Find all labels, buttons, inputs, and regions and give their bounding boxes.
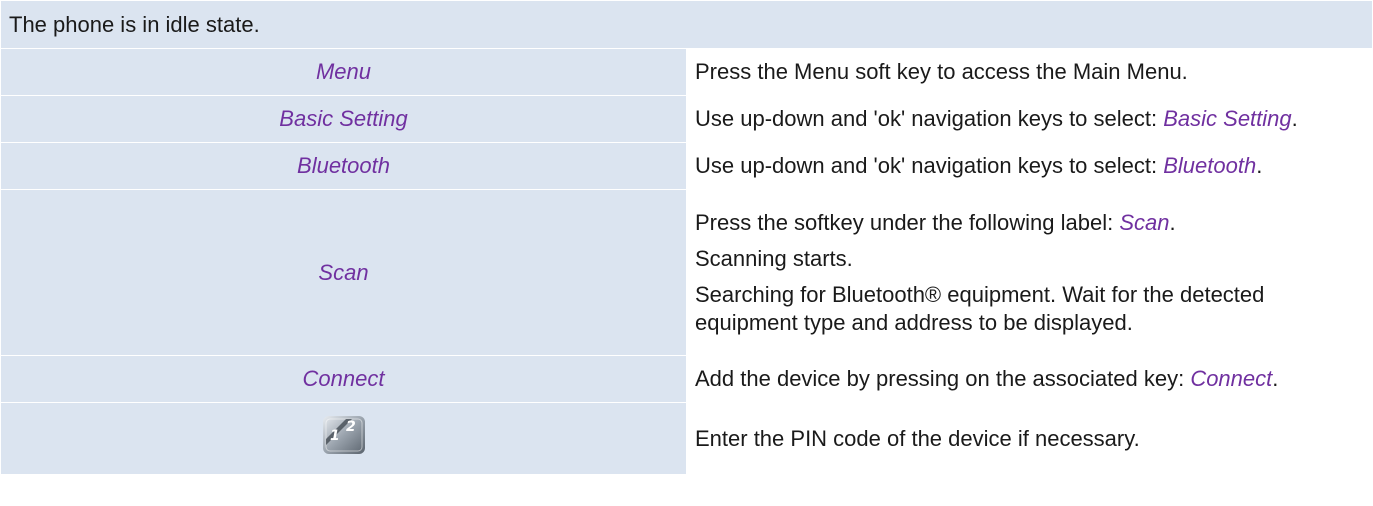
step-key-keypad: 1 2 bbox=[0, 402, 687, 475]
description-accent: Scan bbox=[1119, 209, 1170, 235]
table-row: Bluetooth Use up-down and 'ok' navigatio… bbox=[0, 142, 1373, 190]
step-description: Add the device by pressing on the associ… bbox=[686, 355, 1373, 403]
step-description: Use up-down and 'ok' navigation keys to … bbox=[686, 142, 1373, 190]
description-suffix: . bbox=[1272, 366, 1279, 391]
description-accent: Connect bbox=[1190, 366, 1273, 391]
step-key-basic-setting: Basic Setting bbox=[0, 95, 687, 143]
description-accent: Basic Setting bbox=[1163, 106, 1292, 131]
step-key-connect: Connect bbox=[0, 355, 687, 403]
header-text: The phone is in idle state. bbox=[0, 0, 1373, 49]
step-description: Press the softkey under the following la… bbox=[686, 189, 1373, 356]
table-row: Menu Press the Menu soft key to access t… bbox=[0, 48, 1373, 96]
description-text: Use up-down and 'ok' navigation keys to … bbox=[695, 153, 1164, 178]
description-suffix: . bbox=[1256, 153, 1263, 178]
description-text: Use up-down and 'ok' navigation keys to … bbox=[695, 106, 1164, 131]
table-row: 1 2 Enter the PIN code of the device if … bbox=[0, 402, 1373, 475]
keypad-icon: 1 2 bbox=[322, 415, 366, 462]
description-text: Add the device by pressing on the associ… bbox=[695, 366, 1191, 391]
description-suffix: . bbox=[1169, 209, 1176, 235]
step-key-scan: Scan bbox=[0, 189, 687, 356]
description-line: Searching for Bluetooth® equipment. Wait… bbox=[695, 281, 1265, 335]
description-text: Press the softkey under the following la… bbox=[695, 209, 1120, 235]
step-description: Use up-down and 'ok' navigation keys to … bbox=[686, 95, 1373, 143]
table-row: Scan Press the softkey under the followi… bbox=[0, 189, 1373, 356]
table-row: Connect Add the device by pressing on th… bbox=[0, 355, 1373, 403]
step-key-bluetooth: Bluetooth bbox=[0, 142, 687, 190]
description-accent: Bluetooth bbox=[1163, 153, 1257, 178]
table-header-row: The phone is in idle state. bbox=[0, 0, 1373, 49]
step-description: Enter the PIN code of the device if nece… bbox=[686, 402, 1373, 475]
procedure-table: The phone is in idle state. Menu Press t… bbox=[0, 0, 1373, 475]
step-description: Press the Menu soft key to access the Ma… bbox=[686, 48, 1373, 96]
table-row: Basic Setting Use up-down and 'ok' navig… bbox=[0, 95, 1373, 143]
svg-text:1: 1 bbox=[330, 428, 340, 444]
step-key-menu: Menu bbox=[0, 48, 687, 96]
description-line: Press the softkey under the following la… bbox=[695, 209, 1312, 237]
svg-text:2: 2 bbox=[346, 419, 356, 435]
description-line: Scanning starts. bbox=[695, 245, 853, 271]
description-suffix: . bbox=[1291, 106, 1298, 131]
